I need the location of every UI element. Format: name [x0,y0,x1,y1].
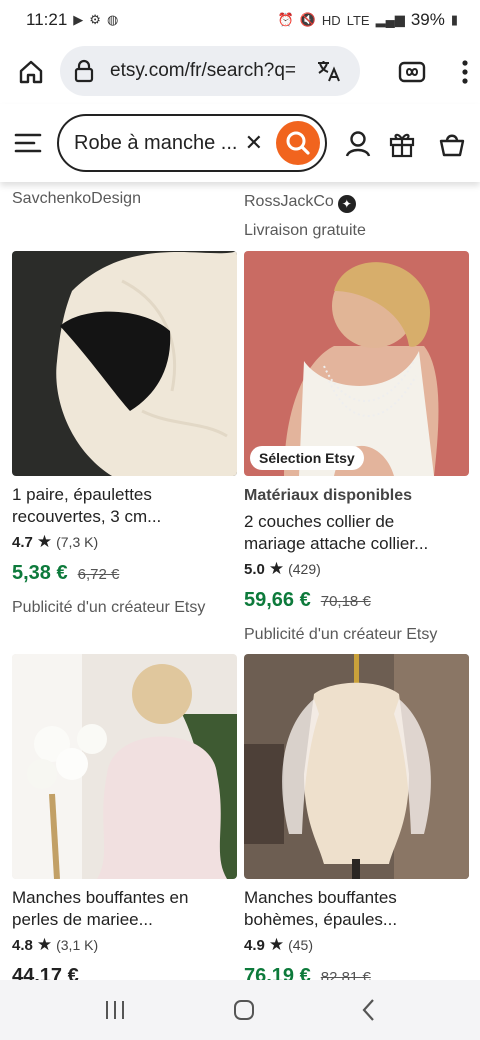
etsy-header: Robe à manche ... ✕ [0,104,480,182]
listing-rating: 4.7 ★ (7,3 K) [12,532,99,551]
search-input[interactable]: Robe à manche ... [74,132,246,155]
more-options-icon[interactable] [460,59,470,85]
sale-price: 76,19 € [244,965,311,980]
translate-icon[interactable] [316,58,342,84]
listing-image[interactable] [12,251,237,476]
account-icon[interactable] [345,130,371,158]
star-seller-icon: ✦ [337,195,356,213]
address-bar[interactable]: etsy.com/fr/search?q= [60,46,360,96]
search-field[interactable]: Robe à manche ... ✕ [57,114,327,172]
listing-rating: 4.9 ★ (45) [244,935,314,954]
listing-image[interactable] [12,654,237,879]
star-icon: ★ [268,559,285,578]
home-button[interactable] [10,51,52,93]
browser-toolbar: etsy.com/fr/search?q= [0,40,480,104]
status-left: 11:21 ▶ ⚙ ◍ [26,10,118,30]
search-button[interactable] [276,121,320,165]
listing-kicker: Matériaux disponibles [244,487,413,504]
back-icon[interactable] [361,998,377,1022]
original-price: 70,18 € [320,593,371,610]
listing-image[interactable]: Sélection Etsy [244,251,469,476]
settings-icon: ⚙ [89,12,101,27]
ad-label: Publicité d'un créateur Etsy [12,599,206,616]
alarm-icon: ⏰ [277,12,294,27]
star-icon: ★ [36,935,53,954]
tabs-icon[interactable] [398,60,426,84]
home-nav-icon[interactable] [233,999,255,1021]
clear-search-icon[interactable]: ✕ [245,132,263,154]
listing-rating: 4.8 ★ (3,1 K) [12,935,99,954]
listing-title[interactable]: 1 paire, épaulettes recouvertes, 3 cm... [12,484,237,528]
lte-icon: LTE [346,12,370,28]
listing-rating: 5.0 ★ (429) [244,559,321,578]
search-results: SavchenkoDesign RossJackCo ✦ Livraison gr… [0,182,480,980]
hd-voice-icon: HD [321,12,341,28]
listing-card[interactable]: Sélection Etsy Matériaux disponibles 2 c… [244,251,469,644]
youtube-icon: ▶ [73,12,84,27]
original-price: 6,72 € [77,566,120,583]
free-shipping-label: Livraison gratuite [244,222,366,239]
search-icon [286,131,310,155]
listing-image[interactable] [244,654,469,879]
lock-icon [74,59,94,83]
gift-icon[interactable] [388,130,416,158]
price-row: 44,17 € [12,965,237,980]
price-row: 59,66 € 70,18 € [244,589,469,612]
clock: 11:21 [26,10,68,29]
price-row: 5,38 € 6,72 € [12,562,237,585]
listing-card[interactable]: Manches bouffantes bohèmes, épaules... 4… [244,654,469,980]
star-icon: ★ [268,935,285,954]
price: 44,17 € [12,965,79,980]
listing-title[interactable]: Manches bouffantes en perles de mariee..… [12,887,237,931]
etsy-pick-badge: Sélection Etsy [250,446,364,470]
status-right: ⏰ 🔇 HD LTE ▂▄▆ 39% ▮ [278,10,458,30]
home-icon [19,60,43,84]
sale-price: 5,38 € [12,562,68,584]
original-price: 82,81 € [320,969,371,980]
url-text: etsy.com/fr/search?q= [110,60,297,81]
recent-apps-icon[interactable] [103,999,127,1021]
listing-title[interactable]: 2 couches collier de mariage attache col… [244,511,469,555]
battery-percent: 39% [410,10,445,29]
listing-card[interactable]: Manches bouffantes en perles de mariee..… [12,654,237,980]
star-icon: ★ [36,532,53,551]
browser-actions [398,40,470,104]
notification-icon: ◍ [106,12,119,27]
signal-icon: ▂▄▆ [375,12,405,27]
listing-title[interactable]: Manches bouffantes bohèmes, épaules... [244,887,469,931]
menu-icon[interactable] [14,129,42,157]
price-row: 76,19 € 82,81 € [244,965,469,980]
status-bar: 11:21 ▶ ⚙ ◍ ⏰ 🔇 HD LTE ▂▄▆ 39% ▮ [0,0,480,40]
system-nav-bar [0,980,480,1040]
listing-card[interactable]: 1 paire, épaulettes recouvertes, 3 cm...… [12,251,237,617]
sale-price: 59,66 € [244,589,311,611]
ad-label: Publicité d'un créateur Etsy [244,626,438,643]
shop-name[interactable]: SavchenkoDesign [12,190,141,208]
cart-icon[interactable] [439,130,465,158]
battery-icon: ▮ [450,12,458,27]
shop-name[interactable]: RossJackCo ✦ [244,193,356,213]
mute-icon: 🔇 [299,12,316,27]
